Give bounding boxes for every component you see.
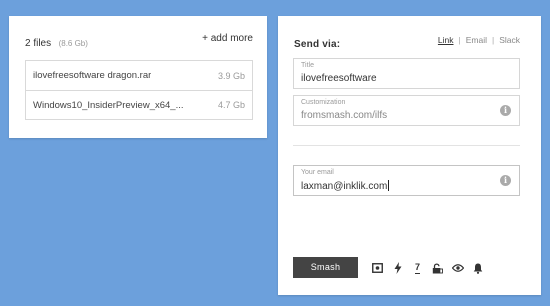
flash-icon[interactable] <box>391 262 404 275</box>
add-more-button[interactable]: + add more <box>202 33 253 44</box>
info-icon[interactable]: i <box>500 105 511 116</box>
preview-icon[interactable] <box>371 262 384 275</box>
file-name: Windows10_InsiderPreview_x64_... <box>33 99 184 111</box>
file-list: ilovefreesoftware dragon.rar 3.9 Gb Wind… <box>25 60 253 120</box>
file-item[interactable]: Windows10_InsiderPreview_x64_... 4.7 Gb <box>26 90 252 119</box>
file-name: ilovefreesoftware dragon.rar <box>33 70 152 81</box>
expiry-days: 7 <box>414 262 420 274</box>
title-field[interactable]: Title ilovefreesoftware <box>293 58 520 89</box>
customization-field-value[interactable]: fromsmash.com/ilfs <box>301 110 387 121</box>
tab-separator: | <box>458 35 461 45</box>
customization-field[interactable]: Customization fromsmash.com/ilfs i <box>293 95 520 126</box>
email-field[interactable]: Your email laxman@inklik.com i <box>293 165 520 196</box>
tab-email[interactable]: Email <box>466 35 487 45</box>
files-count: 2 files <box>25 38 52 49</box>
file-size: 3.9 Gb <box>217 70 245 81</box>
send-panel: Send via: Link | Email | Slack Title ilovefr… <box>278 16 541 295</box>
email-field-value-wrap[interactable]: laxman@inklik.com <box>301 180 390 192</box>
file-size: 4.7 Gb <box>217 100 245 110</box>
tab-slack[interactable]: Slack <box>499 35 520 45</box>
tab-link[interactable]: Link <box>438 35 454 45</box>
expiry-icon[interactable]: 7 <box>411 262 424 275</box>
title-field-label: Title <box>301 62 314 69</box>
eye-icon[interactable] <box>451 262 464 275</box>
info-icon[interactable]: i <box>500 175 511 186</box>
bell-icon[interactable] <box>471 262 484 275</box>
smash-button[interactable]: Smash <box>293 257 358 278</box>
send-via-title: Send via: <box>294 39 341 50</box>
transfer-options: 7 <box>371 261 491 275</box>
send-method-tabs: Link | Email | Slack <box>438 35 520 45</box>
customization-field-label: Customization <box>301 99 346 106</box>
files-panel: 2 files (8.6 Gb) + add more ilovefreesof… <box>9 16 267 138</box>
email-field-label: Your email <box>301 169 334 176</box>
lock-icon[interactable] <box>431 262 444 275</box>
email-field-value: laxman@inklik.com <box>301 181 388 192</box>
title-field-value[interactable]: ilovefreesoftware <box>301 73 377 84</box>
tab-separator: | <box>491 35 495 45</box>
divider <box>293 145 520 146</box>
text-caret <box>388 180 390 191</box>
send-header: Send via: Link | Email | Slack <box>294 34 520 50</box>
files-total-size: (8.6 Gb) <box>58 39 88 48</box>
files-header: 2 files (8.6 Gb) + add more <box>25 33 253 49</box>
file-item[interactable]: ilovefreesoftware dragon.rar 3.9 Gb <box>26 61 252 90</box>
